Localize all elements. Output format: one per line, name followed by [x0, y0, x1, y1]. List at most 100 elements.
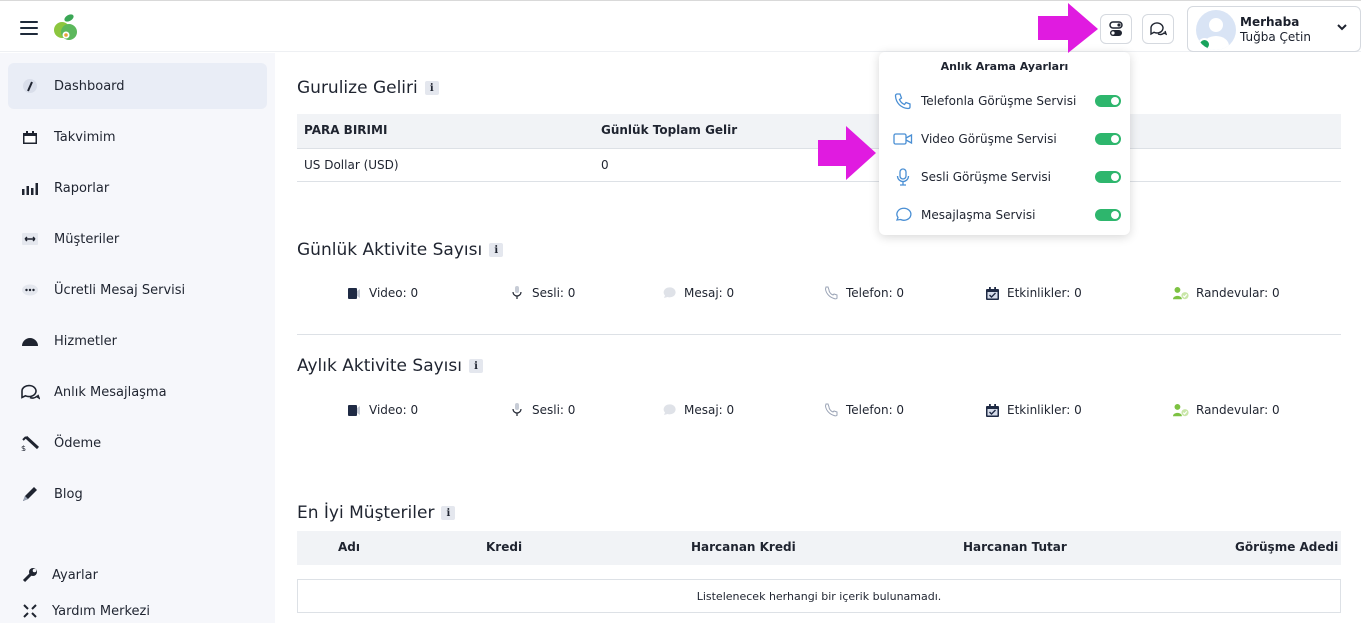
sidebar: Dashboard Takvimim Raporlar Müşteriler Ü… — [0, 53, 275, 623]
activity-item: Randevular: 0 — [1173, 286, 1280, 300]
calendar-check-icon — [984, 403, 1000, 417]
activity-label: Video: 0 — [369, 286, 419, 300]
popup-title: Anlık Arama Ayarları — [940, 60, 1069, 73]
wrench-icon — [20, 565, 40, 585]
info-icon[interactable]: i — [468, 359, 483, 373]
activity-item: Video: 0 — [346, 286, 418, 300]
popup-item-video-service: Video Görüşme Servisi — [893, 128, 1121, 150]
customers-table-header: Adı Kredi Harcanan Kredi Harcanan Tutar … — [297, 531, 1341, 565]
user-name: Tuğba Çetin — [1240, 30, 1311, 44]
microphone-outline-icon — [893, 167, 913, 187]
activity-item: Randevular: 0 — [1173, 403, 1280, 417]
daily-activity-title: Günlük Aktivite Sayısı i — [297, 240, 504, 260]
sidebar-item-label: Takvimim — [54, 129, 116, 145]
column-header: Görüşme Adedi — [1235, 540, 1339, 554]
message-icon — [661, 286, 677, 300]
section-title-text: Günlük Aktivite Sayısı — [297, 240, 483, 260]
section-title-text: Aylık Aktivite Sayısı — [297, 356, 462, 376]
popup-item-voice-service: Sesli Görüşme Servisi — [893, 166, 1121, 188]
sidebar-item-musteriler[interactable]: Müşteriler — [8, 216, 267, 262]
section-title-text: En İyi Müşteriler — [297, 503, 435, 523]
user-menu[interactable]: Merhaba Tuğba Çetin — [1187, 6, 1361, 52]
sidebar-item-label: Ödeme — [54, 435, 102, 451]
phone-service-toggle[interactable] — [1095, 95, 1121, 107]
payment-icon: $ — [20, 433, 40, 453]
column-header: Adı — [338, 540, 360, 554]
activity-item: Mesaj: 0 — [661, 286, 734, 300]
messages-button[interactable] — [1142, 14, 1174, 44]
sidebar-item-yardim-merkezi[interactable]: Yardım Merkezi — [8, 591, 267, 623]
video-service-toggle[interactable] — [1095, 133, 1121, 145]
activity-item: Sesli: 0 — [509, 403, 575, 417]
sidebar-item-takvimim[interactable]: Takvimim — [8, 114, 267, 160]
section-title-text: Gurulize Geliri — [297, 78, 418, 98]
activity-label: Etkinlikler: 0 — [1007, 403, 1082, 417]
message-icon — [661, 403, 677, 417]
revenue-title: Gurulize Geliri i — [297, 78, 439, 98]
sidebar-item-hizmetler[interactable]: Hizmetler — [8, 318, 267, 364]
sidebar-item-odeme[interactable]: $ Ödeme — [8, 420, 267, 466]
app-logo[interactable] — [52, 13, 80, 43]
phone-outline-icon — [893, 91, 913, 111]
call-settings-button[interactable] — [1100, 14, 1132, 44]
annotation-arrow-right-icon — [818, 126, 876, 180]
popup-item-label: Sesli Görüşme Servisi — [921, 170, 1052, 184]
dashboard-gauge-icon — [20, 76, 40, 96]
chat-bubbles-icon — [20, 382, 40, 402]
user-check-icon — [1173, 286, 1189, 300]
section-divider — [297, 334, 1341, 335]
customers-icon — [20, 229, 40, 249]
info-icon[interactable]: i — [441, 506, 456, 520]
user-greeting: Merhaba — [1240, 15, 1300, 29]
sidebar-item-blog[interactable]: Blog — [8, 471, 267, 517]
info-icon[interactable]: i — [424, 81, 439, 95]
top-header: Merhaba Tuğba Çetin — [0, 0, 1361, 52]
column-header: PARA BIRIMI — [304, 123, 388, 137]
call-settings-popup: Anlık Arama Ayarları Telefonla Görüşme S… — [879, 52, 1130, 235]
activity-label: Sesli: 0 — [532, 403, 576, 417]
online-status-dot — [1198, 38, 1211, 50]
popup-item-label: Telefonla Görüşme Servisi — [921, 94, 1077, 108]
phone-icon — [823, 403, 839, 417]
column-header: Harcanan Tutar — [963, 540, 1067, 554]
calendar-check-icon — [984, 286, 1000, 300]
sidebar-item-label: Dashboard — [54, 78, 125, 94]
chevron-down-icon[interactable] — [1336, 21, 1348, 33]
voice-service-toggle[interactable] — [1095, 171, 1121, 183]
activity-label: Telefon: 0 — [846, 286, 905, 300]
pencil-icon — [20, 484, 40, 504]
activity-label: Mesaj: 0 — [684, 286, 735, 300]
activity-item: Telefon: 0 — [823, 286, 904, 300]
hamburger-menu-icon[interactable] — [20, 21, 38, 35]
sidebar-item-anlik-mesajlasma[interactable]: Anlık Mesajlaşma — [8, 369, 267, 415]
video-icon — [346, 286, 362, 300]
activity-item: Etkinlikler: 0 — [984, 286, 1082, 300]
sidebar-item-label: Anlık Mesajlaşma — [54, 384, 167, 400]
sidebar-item-label: Ücretli Mesaj Servisi — [54, 282, 186, 298]
sidebar-item-raporlar[interactable]: Raporlar — [8, 165, 267, 211]
sidebar-item-label: Blog — [54, 486, 83, 502]
user-check-icon — [1173, 403, 1189, 417]
info-icon[interactable]: i — [489, 243, 504, 257]
microphone-icon — [509, 403, 525, 417]
popup-item-phone-service: Telefonla Görüşme Servisi — [893, 90, 1121, 112]
activity-label: Video: 0 — [369, 403, 419, 417]
sidebar-item-ucretli-mesaj[interactable]: Ücretli Mesaj Servisi — [8, 267, 267, 313]
table-cell: 0 — [601, 158, 609, 172]
activity-item: Mesaj: 0 — [661, 403, 734, 417]
avatar — [1196, 10, 1236, 50]
popup-item-messaging-service: Mesajlaşma Servisi — [893, 204, 1121, 226]
activity-item: Etkinlikler: 0 — [984, 403, 1082, 417]
toggle-settings-icon — [1109, 21, 1123, 36]
chat-bubbles-icon — [1150, 22, 1167, 36]
activity-item: Video: 0 — [346, 403, 418, 417]
activity-item: Telefon: 0 — [823, 403, 904, 417]
video-outline-icon — [893, 129, 913, 149]
column-header: Kredi — [486, 540, 523, 554]
messaging-service-toggle[interactable] — [1095, 209, 1121, 221]
microphone-icon — [509, 286, 525, 300]
video-icon — [346, 403, 362, 417]
sidebar-item-label: Raporlar — [54, 180, 110, 196]
sidebar-item-dashboard[interactable]: Dashboard — [8, 63, 267, 109]
column-header: Harcanan Kredi — [691, 540, 796, 554]
